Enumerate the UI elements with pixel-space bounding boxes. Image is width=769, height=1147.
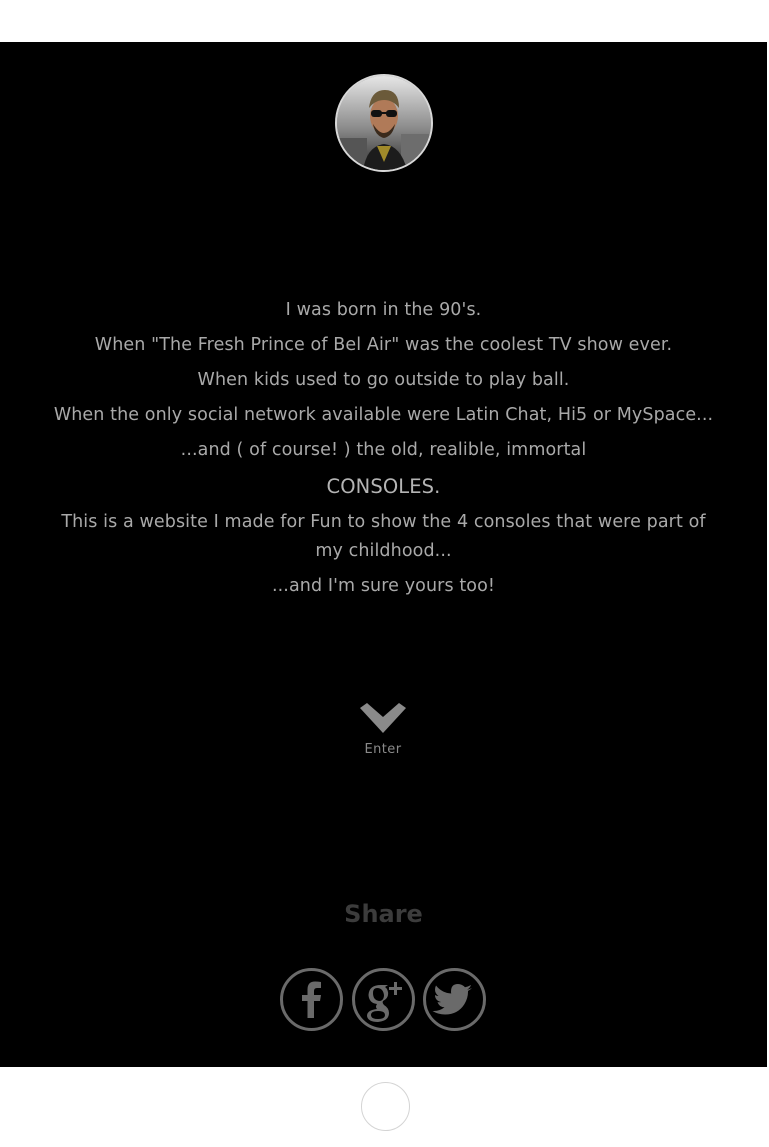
hero-section: I was born in the 90's. When "The Fresh … [0, 42, 767, 1067]
intro-line-2: When "The Fresh Prince of Bel Air" was t… [94, 335, 673, 355]
twitter-share-button[interactable] [423, 968, 486, 1031]
enter-button[interactable]: Enter [333, 702, 433, 757]
social-share-buttons [280, 968, 490, 1032]
website-note: This is a website I made for Fun to show… [61, 512, 706, 561]
chevron-down-icon [360, 703, 406, 733]
google-plus-icon [367, 982, 402, 1022]
consoles-heading: CONSOLES. [326, 475, 441, 498]
avatar-photo [337, 76, 431, 170]
twitter-icon [432, 984, 472, 1015]
intro-line-4: When the only social network available w… [53, 405, 714, 425]
intro-line-1: I was born in the 90's. [285, 300, 482, 320]
facebook-share-button[interactable] [280, 968, 343, 1031]
share-title: Share [344, 900, 423, 928]
back-to-top-button[interactable] [361, 1082, 410, 1131]
intro-line-5: ...and ( of course! ) the old, realible,… [180, 440, 587, 460]
intro-text: I was born in the 90's. When "The Fresh … [0, 296, 767, 607]
intro-line-3: When kids used to go outside to play bal… [197, 370, 570, 390]
enter-label: Enter [364, 742, 402, 757]
avatar [335, 74, 433, 172]
facebook-icon [302, 981, 321, 1018]
closing-line: ...and I'm sure yours too! [271, 576, 496, 596]
google-plus-share-button[interactable] [352, 968, 415, 1031]
top-bar [0, 0, 769, 42]
